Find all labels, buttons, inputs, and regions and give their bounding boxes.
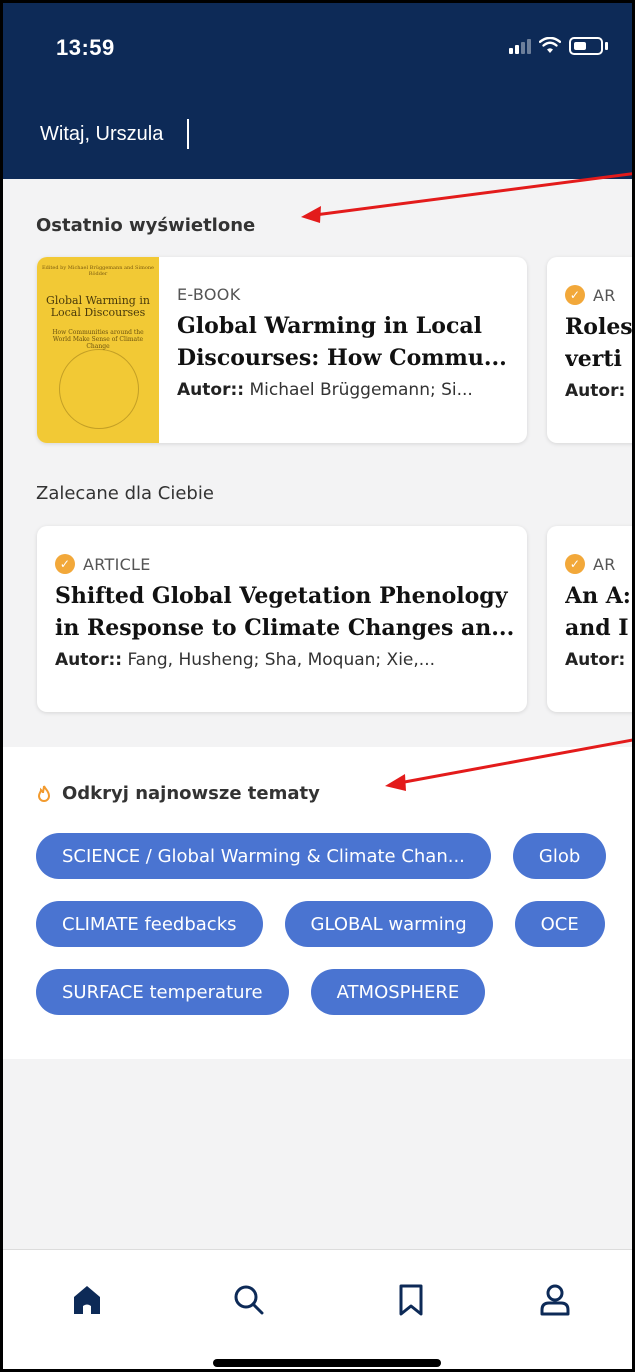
arrow-head-icon	[385, 774, 406, 791]
arrow-line	[314, 172, 632, 217]
annotation-arrows	[301, 172, 632, 791]
arrow-line	[398, 738, 632, 785]
app-screen: 13:59 Witaj, Urszula Ostatnio wyświetlon…	[0, 0, 635, 1372]
arrow-head-icon	[301, 206, 321, 223]
